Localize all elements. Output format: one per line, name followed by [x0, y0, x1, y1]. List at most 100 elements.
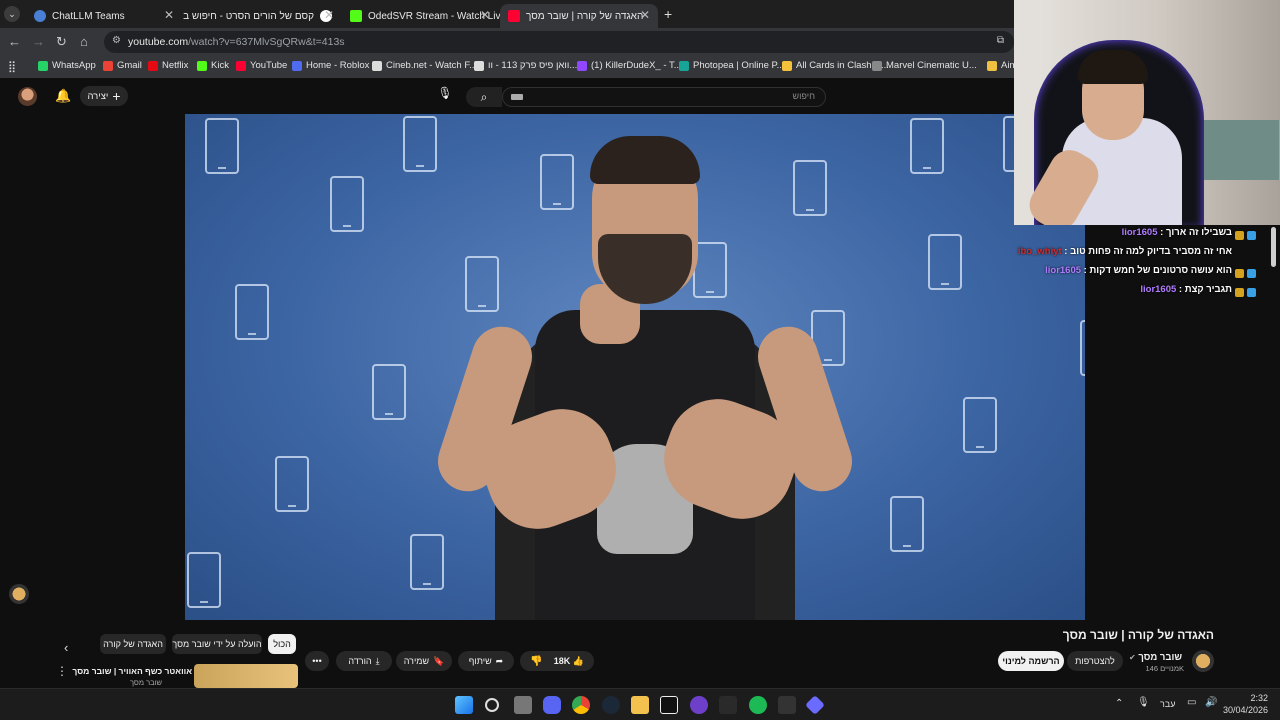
reload-icon[interactable]: ↻: [56, 34, 67, 50]
chat-message-text: אחי זה מסביר בדיוק למה זה פחות טוב: [1070, 246, 1232, 257]
tab-chatllm[interactable]: ChatLLM Teams ✕: [26, 4, 182, 28]
bookmark-item[interactable]: WhatsApp: [38, 60, 96, 71]
steam-icon[interactable]: [602, 696, 620, 714]
site-info-icon[interactable]: ⚙: [112, 35, 121, 46]
clock-time[interactable]: 2:32: [1250, 693, 1268, 703]
bookmark-item[interactable]: Netflix: [148, 60, 188, 71]
bookmark-item[interactable]: YouTube: [236, 60, 287, 71]
epic-games-icon[interactable]: [778, 696, 796, 714]
tab-youtube-active[interactable]: האגדה של קורה | שובר מסך ✕: [500, 4, 658, 28]
create-label: יצירה: [87, 90, 109, 102]
bookmark-favicon-icon: [148, 60, 158, 71]
back-icon[interactable]: ←: [8, 34, 21, 50]
chat-username[interactable]: lior1605: [1122, 227, 1158, 238]
search-button[interactable]: ⌕: [466, 87, 502, 107]
more-actions-button[interactable]: •••: [305, 651, 329, 671]
bookmark-favicon-icon: [872, 60, 882, 71]
like-count: 18K: [553, 655, 571, 666]
voice-search-button[interactable]: 🎙: [434, 86, 456, 106]
clock-date[interactable]: 30/04/2026: [1223, 705, 1268, 715]
discord-icon[interactable]: [543, 696, 561, 714]
create-button[interactable]: יצירה +: [80, 86, 128, 106]
download-icon: ⤓: [375, 655, 380, 666]
subscriber-count: מנויים 146K: [1146, 664, 1184, 673]
bookmark-item[interactable]: Cineb.net - Watch F...: [372, 60, 477, 71]
bookmark-item[interactable]: Photopea | Online P...: [679, 60, 785, 71]
bookmark-favicon-icon: [197, 60, 207, 71]
dislike-icon[interactable]: 👎: [530, 656, 542, 667]
bookmark-favicon-icon: [474, 60, 484, 71]
video-player[interactable]: [185, 114, 1085, 620]
chevron-up-icon[interactable]: ⌃: [1115, 698, 1123, 709]
network-icon[interactable]: ▭: [1187, 697, 1196, 708]
chevron-left-icon[interactable]: ‹: [64, 640, 68, 655]
url-path: /watch?v=637MlvSgQRw&t=413s: [188, 36, 345, 48]
language-indicator[interactable]: עבר: [1160, 699, 1175, 709]
chrome-icon[interactable]: [572, 696, 590, 714]
chat-message-text: תגביר קצת: [1184, 284, 1232, 295]
like-button[interactable]: 18K 👍: [554, 656, 584, 667]
app-icon[interactable]: [719, 696, 737, 714]
subscribe-button[interactable]: הרשמה למינוי: [998, 651, 1064, 671]
home-icon[interactable]: ⌂: [80, 34, 88, 50]
tab-list-dropdown-icon[interactable]: ⌄: [4, 6, 20, 22]
keyboard-icon[interactable]: [511, 94, 523, 100]
bookmark-label: WhatsApp: [52, 60, 96, 71]
bookmark-item[interactable]: וואן פיס פרק 113 - וו...: [474, 60, 577, 71]
channel-watermark-icon[interactable]: [9, 584, 29, 604]
bookmark-item[interactable]: Kick: [197, 60, 229, 71]
close-icon[interactable]: ✕: [480, 8, 490, 22]
chat-username[interactable]: lior1605: [1140, 284, 1176, 295]
download-button[interactable]: הורדה ⤓: [336, 651, 392, 671]
chip-all[interactable]: הכול: [268, 634, 296, 654]
app-icon[interactable]: [805, 695, 825, 715]
windows-start-icon[interactable]: [455, 696, 473, 714]
close-icon[interactable]: ✕: [324, 8, 334, 22]
task-view-icon[interactable]: [514, 696, 532, 714]
search-input[interactable]: חיפוש: [502, 87, 826, 107]
viewer-badge-icon: [1247, 288, 1256, 297]
bookmark-favicon-icon: [987, 60, 997, 71]
search-placeholder: חיפוש: [792, 91, 815, 101]
bookmark-item[interactable]: Gmail: [103, 60, 142, 71]
bookmark-item[interactable]: Marvel Cinematic U...: [872, 60, 977, 71]
microphone-icon[interactable]: 🎙: [1137, 697, 1150, 708]
chip-korra[interactable]: האגדה של קורה: [100, 634, 166, 654]
forward-icon[interactable]: →: [32, 34, 45, 50]
plus-icon: +: [112, 88, 121, 104]
capcut-icon[interactable]: [660, 696, 678, 714]
save-button[interactable]: שמירה 🔖: [396, 651, 452, 671]
kick-icon: [350, 10, 362, 22]
file-explorer-icon[interactable]: [631, 696, 649, 714]
apps-grid-icon[interactable]: ⣿: [8, 60, 16, 73]
share-button[interactable]: שיתוף ➦: [458, 651, 514, 671]
search-icon[interactable]: [485, 698, 499, 712]
cast-icon[interactable]: ⧉: [997, 35, 1004, 46]
bookmark-item[interactable]: Aim: [987, 60, 1017, 71]
volume-icon[interactable]: 🔊: [1205, 697, 1217, 708]
channel-avatar[interactable]: [1192, 650, 1214, 672]
notifications-bell-icon[interactable]: 🔔: [55, 88, 71, 104]
chat-username[interactable]: lior1605: [1045, 265, 1081, 276]
github-desktop-icon[interactable]: [690, 696, 708, 714]
close-icon[interactable]: ✕: [164, 8, 174, 22]
kebab-menu-icon[interactable]: ⋮: [56, 664, 68, 678]
save-label: שמירה: [403, 656, 430, 666]
channel-name[interactable]: שובר מסך ✔: [1129, 652, 1182, 663]
new-tab-button[interactable]: +: [664, 6, 672, 22]
spotify-icon[interactable]: [749, 696, 767, 714]
bookmark-item[interactable]: Home - Roblox: [292, 60, 369, 71]
avatar[interactable]: [18, 87, 37, 106]
address-bar[interactable]: ⚙ youtube.com/watch?v=637MlvSgQRw&t=413s…: [104, 31, 1014, 53]
tab-kick-stream[interactable]: OdedSVR Stream - Watch Live ✕: [342, 4, 506, 28]
close-icon[interactable]: ✕: [640, 8, 650, 22]
chat-username[interactable]: ibo_whiyt: [1018, 246, 1062, 257]
bookmark-item[interactable]: (1) KillerDudeX_ - T...: [577, 60, 682, 71]
bookmark-favicon-icon: [292, 60, 302, 71]
browser-toolbar: ← → ↻ ⌂ ⚙ youtube.com/watch?v=637MlvSgQR…: [0, 28, 1014, 56]
chip-uploaded-by[interactable]: הועלה על ידי שובר מסך: [172, 634, 262, 654]
related-video-thumbnail[interactable]: [194, 664, 298, 688]
join-button[interactable]: להצטרפות: [1067, 651, 1123, 671]
related-video-title[interactable]: אוואטר כשף האוויר | שובר מסך: [72, 666, 192, 676]
tab-google-search[interactable]: ✕ קסם של הורים הסרט - חיפוש ב: [183, 4, 340, 28]
